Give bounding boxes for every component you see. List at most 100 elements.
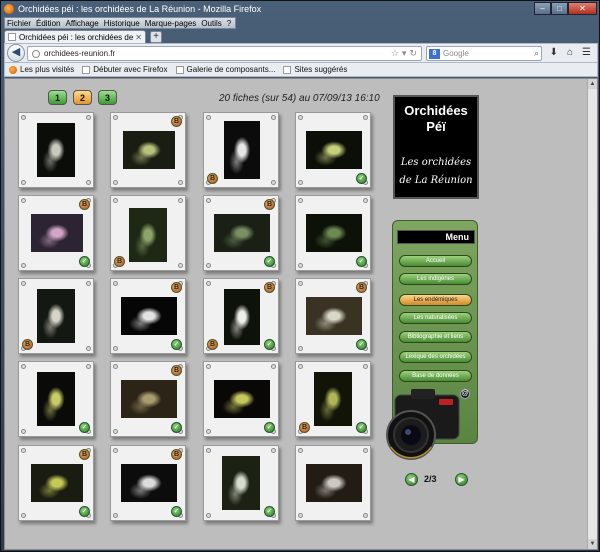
menu-file[interactable]: Fichier	[7, 19, 31, 28]
info-book-icon[interactable]: B	[356, 282, 367, 293]
page-button-2[interactable]: 2	[73, 90, 92, 105]
orchid-thumbnail[interactable]	[295, 445, 371, 521]
info-book-icon[interactable]: B	[264, 282, 275, 293]
orchid-thumbnail[interactable]: B ✓	[295, 278, 371, 354]
orchid-thumbnail[interactable]: ✓	[203, 361, 279, 437]
checkmark-icon[interactable]: ✓	[356, 256, 367, 267]
back-button[interactable]: ◀	[7, 44, 25, 62]
previous-page-button[interactable]: ◀	[405, 473, 418, 486]
checkmark-icon[interactable]: ✓	[264, 256, 275, 267]
checkmark-icon[interactable]: ✓	[79, 506, 90, 517]
info-book-icon[interactable]: B	[171, 365, 182, 376]
orchid-photo[interactable]	[31, 214, 83, 252]
orchid-photo[interactable]	[121, 380, 177, 418]
history-dropdown-icon[interactable]: ▾	[402, 48, 407, 59]
menu-edit[interactable]: Édition	[36, 19, 60, 28]
info-book-icon[interactable]: B	[171, 116, 182, 127]
checkmark-icon[interactable]: ✓	[356, 339, 367, 350]
orchid-thumbnail[interactable]: B	[203, 112, 279, 188]
menu-item-base-de-donnees[interactable]: Base de données	[399, 370, 472, 382]
orchid-thumbnail[interactable]: B ✓	[110, 445, 186, 521]
orchid-photo[interactable]	[37, 372, 75, 426]
new-tab-button[interactable]: +	[150, 31, 162, 43]
search-placeholder[interactable]: Google	[443, 49, 534, 58]
menu-item-accueil[interactable]: Accueil	[399, 255, 472, 267]
next-page-button[interactable]: ▶	[455, 473, 468, 486]
page-button-3[interactable]: 3	[98, 90, 117, 105]
info-book-icon[interactable]: B	[79, 199, 90, 210]
orchid-photo[interactable]	[306, 131, 362, 169]
orchid-photo[interactable]	[224, 121, 260, 179]
orchid-photo[interactable]	[31, 464, 83, 502]
checkmark-icon[interactable]: ✓	[79, 422, 90, 433]
orchid-photo[interactable]	[214, 380, 270, 418]
scroll-up-icon[interactable]: ▲	[588, 79, 597, 89]
info-book-icon[interactable]: B	[264, 199, 275, 210]
reload-icon[interactable]: ↻	[409, 48, 417, 59]
orchid-photo[interactable]	[121, 297, 177, 335]
orchid-photo[interactable]	[222, 456, 260, 510]
checkmark-icon[interactable]: ✓	[264, 506, 275, 517]
info-book-icon[interactable]: B	[114, 256, 125, 267]
info-book-icon[interactable]: B	[171, 282, 182, 293]
orchid-thumbnail[interactable]: B	[110, 195, 186, 271]
orchid-photo[interactable]	[129, 208, 167, 262]
menu-item-bibliographie[interactable]: Bibliographie et liens	[399, 331, 472, 343]
orchid-thumbnail[interactable]: B ✓	[203, 195, 279, 271]
orchid-thumbnail[interactable]: ✓	[295, 112, 371, 188]
orchid-photo[interactable]	[306, 464, 362, 502]
orchid-photo[interactable]	[214, 214, 270, 252]
checkmark-icon[interactable]: ✓	[171, 422, 182, 433]
orchid-thumbnail[interactable]: B	[110, 112, 186, 188]
downloads-icon[interactable]: ⬇	[550, 47, 558, 58]
close-button[interactable]: ✕	[568, 2, 597, 15]
checkmark-icon[interactable]: ✓	[171, 506, 182, 517]
checkmark-icon[interactable]: ✓	[356, 422, 367, 433]
bookmark-addons-gallery[interactable]: Galerie de composants...	[175, 65, 275, 74]
home-icon[interactable]: ⌂	[567, 47, 573, 58]
orchid-thumbnail[interactable]: ✓	[18, 361, 94, 437]
orchid-photo[interactable]	[224, 289, 260, 345]
menu-item-naturalisees[interactable]: Les naturalisées	[399, 312, 472, 324]
checkmark-icon[interactable]: ✓	[264, 422, 275, 433]
orchid-photo[interactable]	[121, 464, 177, 502]
info-book-icon[interactable]: B	[299, 422, 310, 433]
orchid-thumbnail[interactable]: B B ✓	[203, 278, 279, 354]
menu-item-endemiques[interactable]: Les endémiques	[399, 294, 472, 306]
info-book-icon[interactable]: B	[207, 173, 218, 184]
vertical-scrollbar[interactable]: ▲ ▼	[587, 79, 597, 549]
tab-active[interactable]: Orchidées péi : les orchidées de La Réun…	[4, 30, 146, 43]
checkmark-icon[interactable]: ✓	[79, 256, 90, 267]
orchid-photo[interactable]	[314, 372, 352, 426]
orchid-photo[interactable]	[306, 297, 362, 335]
search-bar[interactable]: 8 Google ⌕	[426, 46, 542, 61]
menu-view[interactable]: Affichage	[65, 19, 98, 28]
info-book-icon[interactable]: B	[79, 449, 90, 460]
orchid-thumbnail[interactable]: B ✓	[295, 361, 371, 437]
minimize-button[interactable]: –	[534, 2, 551, 15]
menu-item-indigenes[interactable]: Les indigènes	[399, 273, 472, 285]
orchid-photo[interactable]	[123, 131, 175, 169]
bookmark-star-icon[interactable]: ☆	[391, 48, 399, 59]
info-book-icon[interactable]: B	[171, 449, 182, 460]
tab-close-icon[interactable]: ✕	[135, 33, 142, 42]
scroll-down-icon[interactable]: ▼	[588, 539, 597, 549]
menu-item-lexique[interactable]: Lexique des orchidées	[399, 351, 472, 363]
bookmark-most-visited[interactable]: Les plus visités	[9, 65, 74, 74]
info-book-icon[interactable]: B	[22, 339, 33, 350]
orchid-thumbnail[interactable]: B ✓	[110, 278, 186, 354]
checkmark-icon[interactable]: ✓	[356, 173, 367, 184]
orchid-thumbnail[interactable]: B ✓	[110, 361, 186, 437]
orchid-thumbnail[interactable]	[18, 112, 94, 188]
bookmark-suggested-sites[interactable]: Sites suggérés	[283, 65, 347, 74]
menu-help[interactable]: ?	[227, 19, 231, 28]
checkmark-icon[interactable]: ✓	[264, 339, 275, 350]
menu-tools[interactable]: Outils	[201, 19, 221, 28]
orchid-photo[interactable]	[37, 289, 75, 343]
bookmark-getting-started[interactable]: Débuter avec Firefox	[82, 65, 168, 74]
orchid-thumbnail[interactable]: B ✓	[18, 195, 94, 271]
site-logo[interactable]: Orchidées Péï Les orchidées de La Réunio…	[393, 95, 479, 199]
info-book-icon[interactable]: B	[207, 339, 218, 350]
orchid-photo[interactable]	[37, 123, 75, 177]
orchid-photo[interactable]	[306, 214, 362, 252]
